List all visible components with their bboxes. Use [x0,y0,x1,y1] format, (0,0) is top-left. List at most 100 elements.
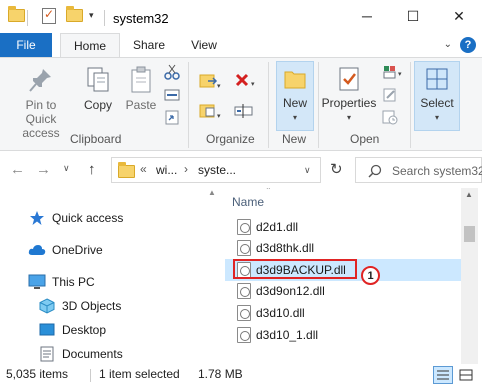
navigation-pane: Quick access OneDrive This PC 3D Objects… [0,188,200,366]
ribbon-tabs: File Home Share View ⌄ ? [0,33,482,57]
new-folder-quick-access-icon[interactable] [66,6,83,22]
nav-pane-scrollbar[interactable]: ▲ [208,188,216,366]
paste-label: Paste [125,98,157,112]
chevron-right-icon: › [184,162,188,176]
status-bar: 5,035 items 1 item selected 1.78 MB [0,364,482,387]
nav-item-label: Quick access [52,211,124,225]
refresh-icon[interactable]: ↻ [330,160,343,178]
move-to-icon[interactable]: ▾ [198,72,222,90]
column-header-name[interactable]: Name [232,195,264,209]
nav-item-3d-objects[interactable]: 3D Objects [38,296,121,316]
new-button[interactable]: New ▾ [276,66,314,125]
chevron-down-icon: ▾ [346,113,351,122]
file-row[interactable]: d3d10_1.dll [225,324,461,346]
properties-quick-access-icon[interactable] [42,7,56,24]
select-button[interactable]: Select ▾ [414,66,460,125]
forward-arrow-icon[interactable]: → [36,161,51,178]
search-icon [368,164,382,178]
dll-file-icon [237,219,251,235]
search-input[interactable]: Search system32 [355,157,482,183]
copy-path-icon[interactable] [164,87,180,103]
copy-button[interactable]: Copy [80,66,116,112]
pin-label: Pin to Quick access [22,98,60,140]
paste-shortcut-icon[interactable] [164,109,180,125]
large-icons-view-button[interactable] [456,366,476,384]
file-row[interactable]: d3d10.dll [225,302,461,324]
tab-file[interactable]: File [0,33,52,57]
dll-file-icon [237,327,251,343]
annotation-callout-badge: 1 [361,266,380,285]
breadcrumb-segment[interactable]: wi... [156,163,177,177]
clipboard-icon [131,66,151,93]
file-row[interactable]: d3d9on12.dll [225,280,461,302]
file-list-scrollbar[interactable]: ▲ [461,188,478,366]
file-row[interactable]: d2d1.dll [225,216,461,238]
address-bar[interactable]: « wi... › syste... ∨ [111,157,321,183]
star-icon [28,210,46,226]
nav-item-label: Desktop [62,323,107,337]
open-icon[interactable]: ▾ [382,64,406,80]
selection-size: 1.78 MB [198,367,243,381]
breadcrumb-overflow[interactable]: « [140,162,147,176]
organize-group-label: Organize [206,132,255,146]
customize-quick-access-dropdown[interactable]: ▾ [89,10,94,21]
copy-label: Copy [83,98,112,112]
scroll-up-icon[interactable]: ▲ [208,188,216,197]
sort-arrow-icon: ⌃ [265,188,272,195]
chevron-down-icon[interactable]: ∨ [304,165,311,176]
help-button[interactable]: ? [460,37,476,53]
maximize-button[interactable]: ☐ [390,0,436,32]
nav-item-desktop[interactable]: Desktop [38,320,106,340]
nav-item-documents[interactable]: Documents [38,344,123,364]
cut-icon[interactable] [164,64,180,80]
file-name: d3d9on12.dll [256,284,325,298]
properties-button[interactable]: Properties ▾ [320,66,378,125]
file-name: d3d10_1.dll [256,328,319,342]
dll-file-icon [237,240,251,256]
clipboard-group-label: Clipboard [70,132,122,146]
expand-ribbon-icon[interactable]: ⌄ [444,39,452,50]
desktop-icon [38,322,56,338]
scroll-up-icon[interactable]: ▲ [465,190,473,199]
pc-icon [28,274,46,290]
paste-button[interactable]: Paste [122,66,160,112]
tab-home[interactable]: Home [60,33,120,57]
pin-to-quick-access-button[interactable]: Pin to Quick access [6,66,76,140]
search-placeholder: Search system32 [392,164,482,178]
recent-locations-icon[interactable]: ∨ [63,163,70,174]
close-button[interactable]: ✕ [436,0,482,32]
scrollbar-thumb[interactable] [464,226,475,242]
document-icon [38,346,56,362]
divider [410,62,411,148]
details-view-button[interactable] [433,366,453,384]
divider [90,369,91,382]
rename-icon[interactable] [234,102,254,118]
selection-info: 1 item selected [99,367,180,381]
up-arrow-icon[interactable]: ↑ [88,161,96,178]
tab-share[interactable]: Share [125,33,173,57]
new-label: New [282,96,307,110]
minimize-button[interactable]: ─ [344,0,390,32]
new-folder-icon [284,71,306,89]
edit-icon[interactable] [382,87,398,103]
delete-icon[interactable]: ▾ [234,72,260,88]
file-row[interactable]: d3d8thk.dll [225,237,461,259]
nav-item-label: OneDrive [52,243,103,257]
nav-item-this-pc[interactable]: This PC [28,272,95,292]
tab-view[interactable]: View [180,33,228,57]
nav-item-quick-access[interactable]: Quick access [28,208,123,228]
window-title: system32 [113,11,169,26]
file-name: d3d10.dll [256,306,305,320]
copy-to-icon[interactable]: ▾ [198,102,222,120]
chevron-down-icon: ▾ [292,113,297,122]
nav-item-onedrive[interactable]: OneDrive [28,240,103,260]
nav-item-label: This PC [52,275,95,289]
back-arrow-icon[interactable]: ← [10,161,25,178]
pin-icon [29,69,51,92]
history-icon[interactable] [382,109,398,125]
dll-file-icon [237,305,251,321]
divider [188,62,189,148]
folder-icon [118,162,135,178]
details-view-icon [437,370,449,380]
breadcrumb-segment[interactable]: syste... [198,163,236,177]
